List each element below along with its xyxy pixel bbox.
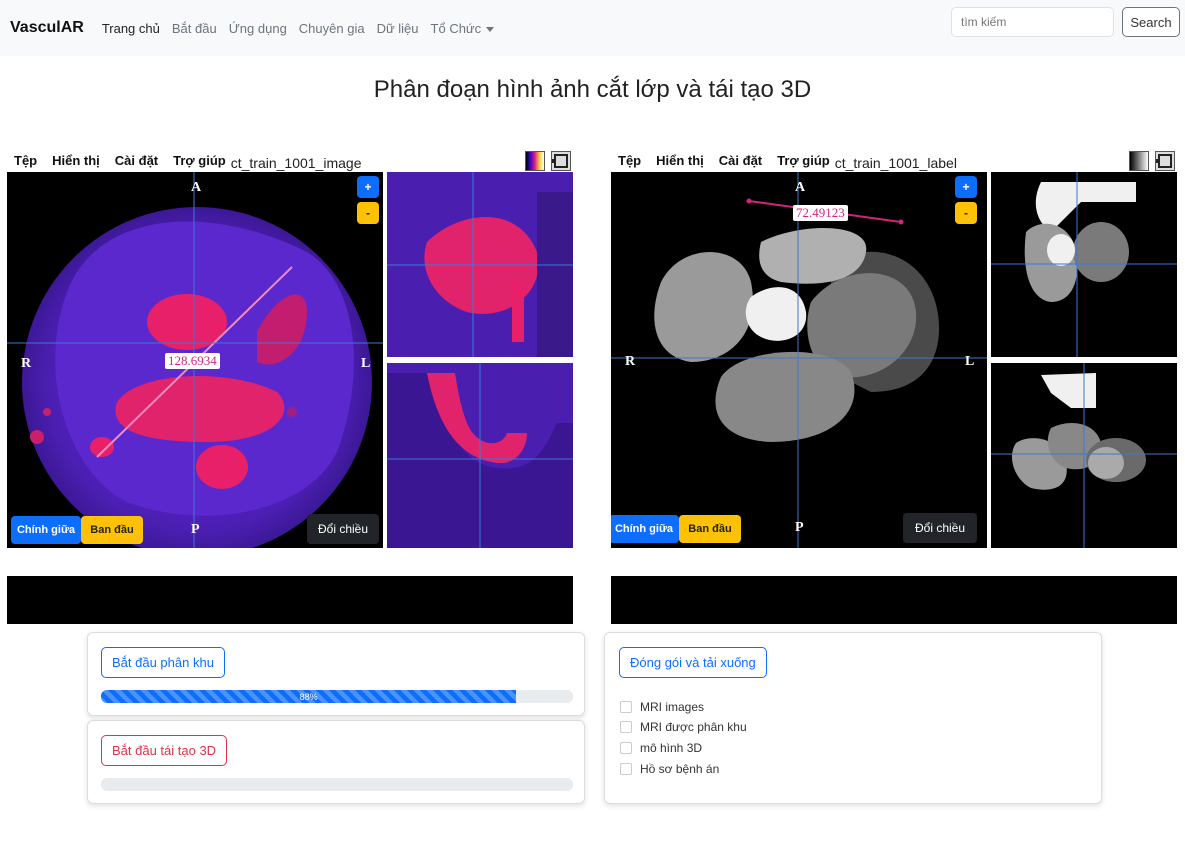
menu-settings[interactable]: Cài đặt: [719, 153, 762, 168]
viewer-menu: Tệp Hiển thị Cài đặt Trợ giúp ct_train_1…: [14, 148, 361, 172]
page-title: Phân đoạn hình ảnh cắt lớp và tái tạo 3D: [373, 76, 812, 103]
option-segmented-mri[interactable]: MRI được phân khu: [620, 720, 747, 734]
viewer-image: Tệp Hiển thị Cài đặt Trợ giúp ct_train_1…: [7, 148, 573, 624]
menu-view[interactable]: Hiển thị: [52, 153, 100, 168]
viewer-menu: Tệp Hiển thị Cài đặt Trợ giúp ct_train_1…: [618, 148, 957, 172]
brand-logo[interactable]: VasculAR: [10, 19, 84, 37]
zoom-in-button[interactable]: +: [357, 176, 379, 198]
zoom-out-button[interactable]: -: [955, 202, 977, 224]
orientation-right: L: [965, 354, 975, 369]
start-segmentation-button[interactable]: Bắt đầu phân khu: [101, 647, 225, 678]
reconstruction-card: Bắt đầu tái tạo 3D: [87, 720, 585, 804]
measurement-label[interactable]: 72.49123: [793, 205, 848, 221]
nav-experts[interactable]: Chuyên gia: [299, 21, 365, 36]
start-reconstruction-button[interactable]: Bắt đầu tái tạo 3D: [101, 735, 228, 766]
option-label: mô hình 3D: [640, 741, 703, 755]
center-button[interactable]: Chính giữa: [11, 516, 81, 544]
segmentation-card: Bắt đầu phân khu 88%: [87, 632, 585, 716]
viewer-footer: [611, 576, 1177, 624]
menu-file[interactable]: Tệp: [14, 153, 37, 168]
option-label: MRI được phân khu: [640, 720, 747, 734]
checkbox[interactable]: [620, 701, 632, 713]
colormap-icon[interactable]: [525, 151, 545, 171]
colormap-icon[interactable]: [1129, 151, 1149, 171]
fullscreen-icon[interactable]: [551, 151, 571, 171]
menu-view[interactable]: Hiển thị: [656, 153, 704, 168]
viewer-label: Tệp Hiển thị Cài đặt Trợ giúp ct_train_1…: [611, 148, 1177, 624]
nav-data[interactable]: Dữ liệu: [377, 21, 419, 36]
viewer-footer: [7, 576, 573, 624]
nav-home[interactable]: Trang chủ: [102, 21, 160, 36]
menu-file[interactable]: Tệp: [618, 153, 641, 168]
flip-button[interactable]: Đổi chiều: [903, 513, 977, 543]
chevron-down-icon: [486, 26, 495, 32]
package-download-button[interactable]: Đóng gói và tải xuống: [619, 647, 767, 678]
view-area: A R L P 128.6934 + - Chính giữa Ban đầu …: [7, 172, 573, 624]
file-name: ct_train_1001_image: [230, 155, 362, 171]
orientation-top: A: [191, 180, 202, 195]
sagittal-view[interactable]: [387, 172, 573, 357]
search-button[interactable]: Search: [1122, 7, 1180, 37]
nav-organization-label: Tổ Chức: [430, 20, 482, 36]
file-name: ct_train_1001_label: [834, 155, 957, 171]
orientation-top: A: [795, 180, 806, 195]
orientation-bottom: P: [795, 520, 804, 535]
coronal-view[interactable]: [991, 363, 1177, 548]
search-input[interactable]: [951, 7, 1114, 37]
menu-help[interactable]: Trợ giúp: [173, 153, 226, 168]
nav-apps[interactable]: Ứng dụng: [229, 21, 287, 36]
fullscreen-icon[interactable]: [1155, 151, 1175, 171]
menu-settings[interactable]: Cài đặt: [115, 153, 158, 168]
view-area: A R L P 72.49123 + - Chính giữa Ban đầu …: [611, 172, 1177, 624]
segmentation-progress: 88%: [101, 690, 573, 703]
zoom-out-button[interactable]: -: [357, 202, 379, 224]
orientation-left: R: [625, 354, 636, 369]
option-label: Hồ sơ bệnh án: [640, 762, 720, 776]
flip-button[interactable]: Đổi chiều: [307, 514, 379, 544]
nav-organization-dropdown[interactable]: Tổ Chức: [431, 21, 495, 36]
checkbox[interactable]: [620, 721, 632, 733]
orientation-left: R: [21, 356, 32, 371]
orientation-bottom: P: [191, 522, 200, 537]
segmentation-progress-fill: 88%: [101, 690, 517, 703]
orientation-right: L: [361, 356, 371, 371]
reset-button[interactable]: Ban đầu: [81, 516, 143, 544]
center-button[interactable]: Chính giữa: [611, 515, 679, 543]
axial-view[interactable]: A R L P 72.49123 + - Chính giữa Ban đầu …: [611, 172, 987, 548]
option-3d-model[interactable]: mô hình 3D: [620, 741, 702, 755]
option-medical-record[interactable]: Hồ sơ bệnh án: [620, 762, 719, 776]
measurement-label[interactable]: 128.6934: [165, 353, 220, 369]
sagittal-view[interactable]: [991, 172, 1177, 357]
download-card: Đóng gói và tải xuống MRI images MRI đượ…: [604, 632, 1102, 804]
option-mri-images[interactable]: MRI images: [620, 700, 704, 714]
reconstruction-progress: [101, 778, 573, 791]
zoom-in-button[interactable]: +: [955, 176, 977, 198]
option-label: MRI images: [640, 700, 705, 714]
coronal-view[interactable]: [387, 363, 573, 548]
reset-button[interactable]: Ban đầu: [679, 515, 741, 543]
nav-start[interactable]: Bắt đầu: [172, 21, 217, 36]
checkbox[interactable]: [620, 742, 632, 754]
checkbox[interactable]: [620, 763, 632, 775]
menu-help[interactable]: Trợ giúp: [777, 153, 830, 168]
axial-view[interactable]: A R L P 128.6934 + - Chính giữa Ban đầu …: [7, 172, 383, 548]
